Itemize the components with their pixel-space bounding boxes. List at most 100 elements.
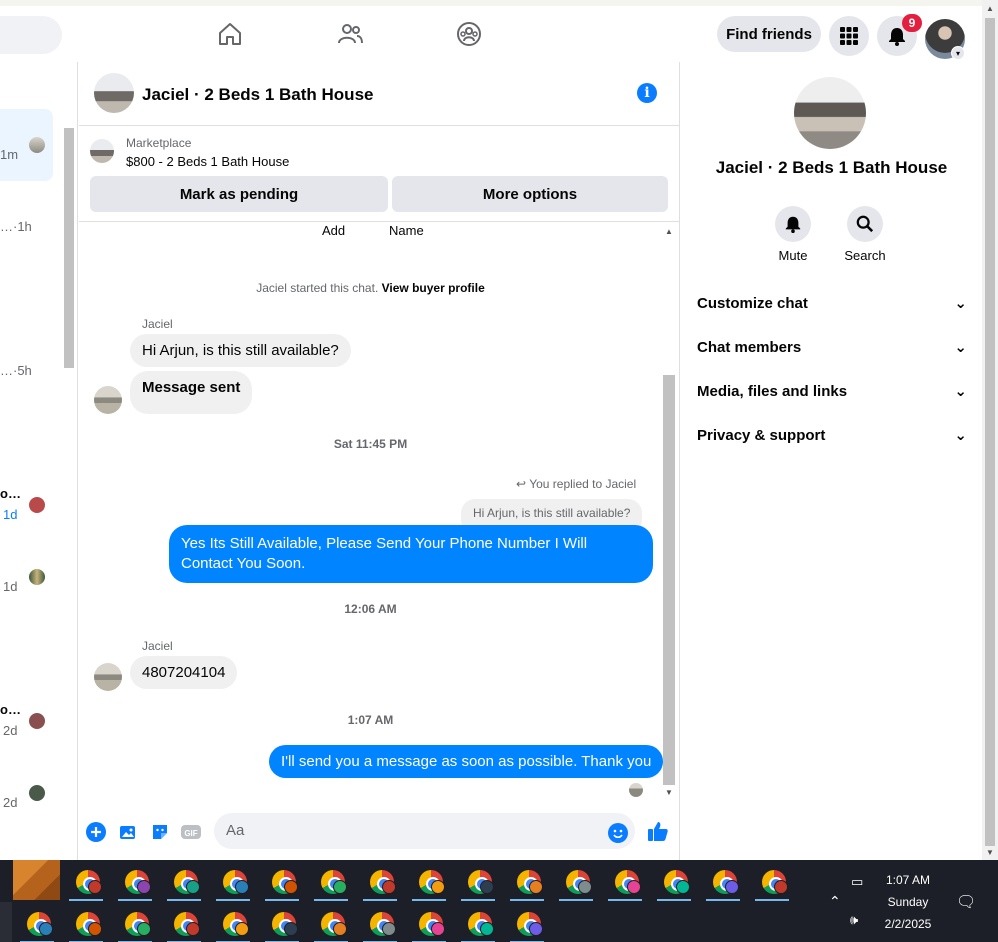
page-scrollbar[interactable]: ▲ ▼ [982,0,998,860]
clock-date[interactable]: 2/2/2025 [872,917,944,931]
sender-avatar[interactable] [94,386,122,414]
search-button[interactable]: Search [830,206,900,263]
chevron-down-icon: ⌄ [954,295,967,312]
mute-label: Mute [778,248,808,263]
list-item-name: o… [0,702,21,717]
profile-icon [284,922,298,936]
profile-icon [186,922,200,936]
listing-title[interactable]: $800 - 2 Beds 1 Bath House [126,154,289,169]
taskbar-chrome-window[interactable] [458,862,498,902]
friends-icon[interactable] [336,20,364,48]
taskbar-chrome-window[interactable] [409,862,449,902]
scroll-down-icon[interactable]: ▼ [665,788,673,797]
marketplace-label: Marketplace [126,136,192,150]
clock-day[interactable]: Sunday [872,895,944,909]
taskbar-chrome-window[interactable] [752,862,792,902]
outgoing-message[interactable]: Yes Its Still Available, Please Send You… [169,525,653,583]
volume-icon[interactable]: 🕪 [850,912,858,928]
profile-icon [529,880,543,894]
taskbar-chrome-window[interactable] [360,862,400,902]
taskbar-chrome-window[interactable] [115,862,155,902]
chat-details-avatar[interactable] [794,77,866,149]
view-buyer-profile-link[interactable]: View buyer profile [382,281,485,295]
find-friends-button[interactable]: Find friends [717,16,821,52]
taskbar-chrome-window[interactable] [66,862,106,902]
scrollbar-thumb[interactable] [663,375,675,785]
sender-avatar[interactable] [94,663,122,691]
taskbar-chrome-window[interactable] [703,862,743,902]
conversation-list-scrollbar[interactable] [62,112,76,852]
taskbar-chrome-window[interactable] [311,862,351,902]
taskbar-chrome-window[interactable] [164,862,204,902]
taskbar-chrome-window[interactable] [507,904,547,942]
taskbar-chrome-window[interactable] [115,904,155,942]
customize-chat-row[interactable]: Customize chat ⌄ [697,291,967,315]
message-input[interactable]: Aa [214,813,635,849]
taskbar-pinned-app[interactable] [0,902,12,942]
taskbar-chrome-window[interactable] [17,904,57,942]
clock-time[interactable]: 1:07 AM [872,873,944,887]
outgoing-message[interactable]: I'll send you a message as soon as possi… [269,745,664,778]
profile-icon [333,922,347,936]
taskbar-chrome-window[interactable] [507,862,547,902]
chat-title[interactable]: Jaciel · 2 Beds 1 Bath House [142,85,373,105]
mark-as-pending-button[interactable]: Mark as pending [90,176,388,212]
media-files-links-row[interactable]: Media, files and links ⌄ [697,379,967,403]
taskbar-chrome-window[interactable] [262,904,302,942]
active-conversation-item[interactable] [0,109,53,181]
scrollbar-thumb[interactable] [985,18,995,846]
scroll-up-icon[interactable]: ▲ [665,227,673,236]
emoji-icon[interactable] [608,823,628,843]
home-icon[interactable] [216,20,244,48]
notifications-center-icon[interactable]: 🗨 [956,892,976,912]
taskbar-chrome-window[interactable] [213,904,253,942]
mute-button[interactable]: Mute [758,206,828,263]
incoming-message[interactable]: 4807204104 [130,656,238,689]
chat-members-label: Chat members [697,338,802,356]
privacy-support-row[interactable]: Privacy & support ⌄ [697,423,967,447]
taskbar-chrome-window[interactable] [262,862,302,902]
taskbar-chrome-window[interactable] [360,904,400,942]
chat-avatar[interactable] [94,73,134,113]
grid-menu-icon [840,27,858,45]
groups-icon[interactable] [455,20,483,48]
network-icon[interactable]: ▭ [851,874,863,890]
chat-members-row[interactable]: Chat members ⌄ [697,335,967,359]
chat-scrollbar[interactable]: ▲ ▼ [662,223,676,801]
scroll-down-icon[interactable]: ▼ [986,848,994,857]
profile-icon [676,880,690,894]
taskbar-pinned-app[interactable] [13,860,60,900]
incoming-message[interactable]: Hi Arjun, is this still available? [130,334,351,367]
menu-button[interactable] [829,16,869,56]
incoming-message[interactable]: Message sent [130,371,253,414]
taskbar-chrome-window[interactable] [605,862,645,902]
active-indicator [412,899,446,901]
gif-icon[interactable]: GIF [181,822,201,842]
search-input[interactable] [0,16,62,54]
taskbar-chrome-window[interactable] [213,862,253,902]
taskbar-chrome-window[interactable] [66,904,106,942]
top-nav: Find friends 9 ▾ [0,0,982,62]
profile-icon [382,922,396,936]
taskbar-chrome-window[interactable] [409,904,449,942]
listing-thumbnail[interactable] [90,139,114,163]
taskbar-chrome-window[interactable] [164,904,204,942]
plus-icon[interactable] [86,822,106,842]
taskbar-chrome-window[interactable] [458,904,498,942]
sticker-icon[interactable] [150,822,170,842]
chevron-down-icon[interactable]: ▾ [951,46,965,60]
profile-icon [480,880,494,894]
more-options-button[interactable]: More options [392,176,668,212]
active-indicator [216,899,250,901]
photo-icon[interactable] [118,822,138,842]
like-icon[interactable] [647,820,669,842]
info-icon[interactable]: i [637,83,657,103]
taskbar-chrome-window[interactable] [654,862,694,902]
scrollbar-thumb[interactable] [64,128,74,368]
reply-label: ↩︎ You replied to Jaciel [516,477,636,491]
show-hidden-icons-icon[interactable]: ⌃ [829,893,841,910]
taskbar-chrome-window[interactable] [311,904,351,942]
scroll-up-icon[interactable]: ▲ [986,4,994,13]
chevron-down-icon: ⌄ [954,383,967,400]
taskbar-chrome-window[interactable] [556,862,596,902]
